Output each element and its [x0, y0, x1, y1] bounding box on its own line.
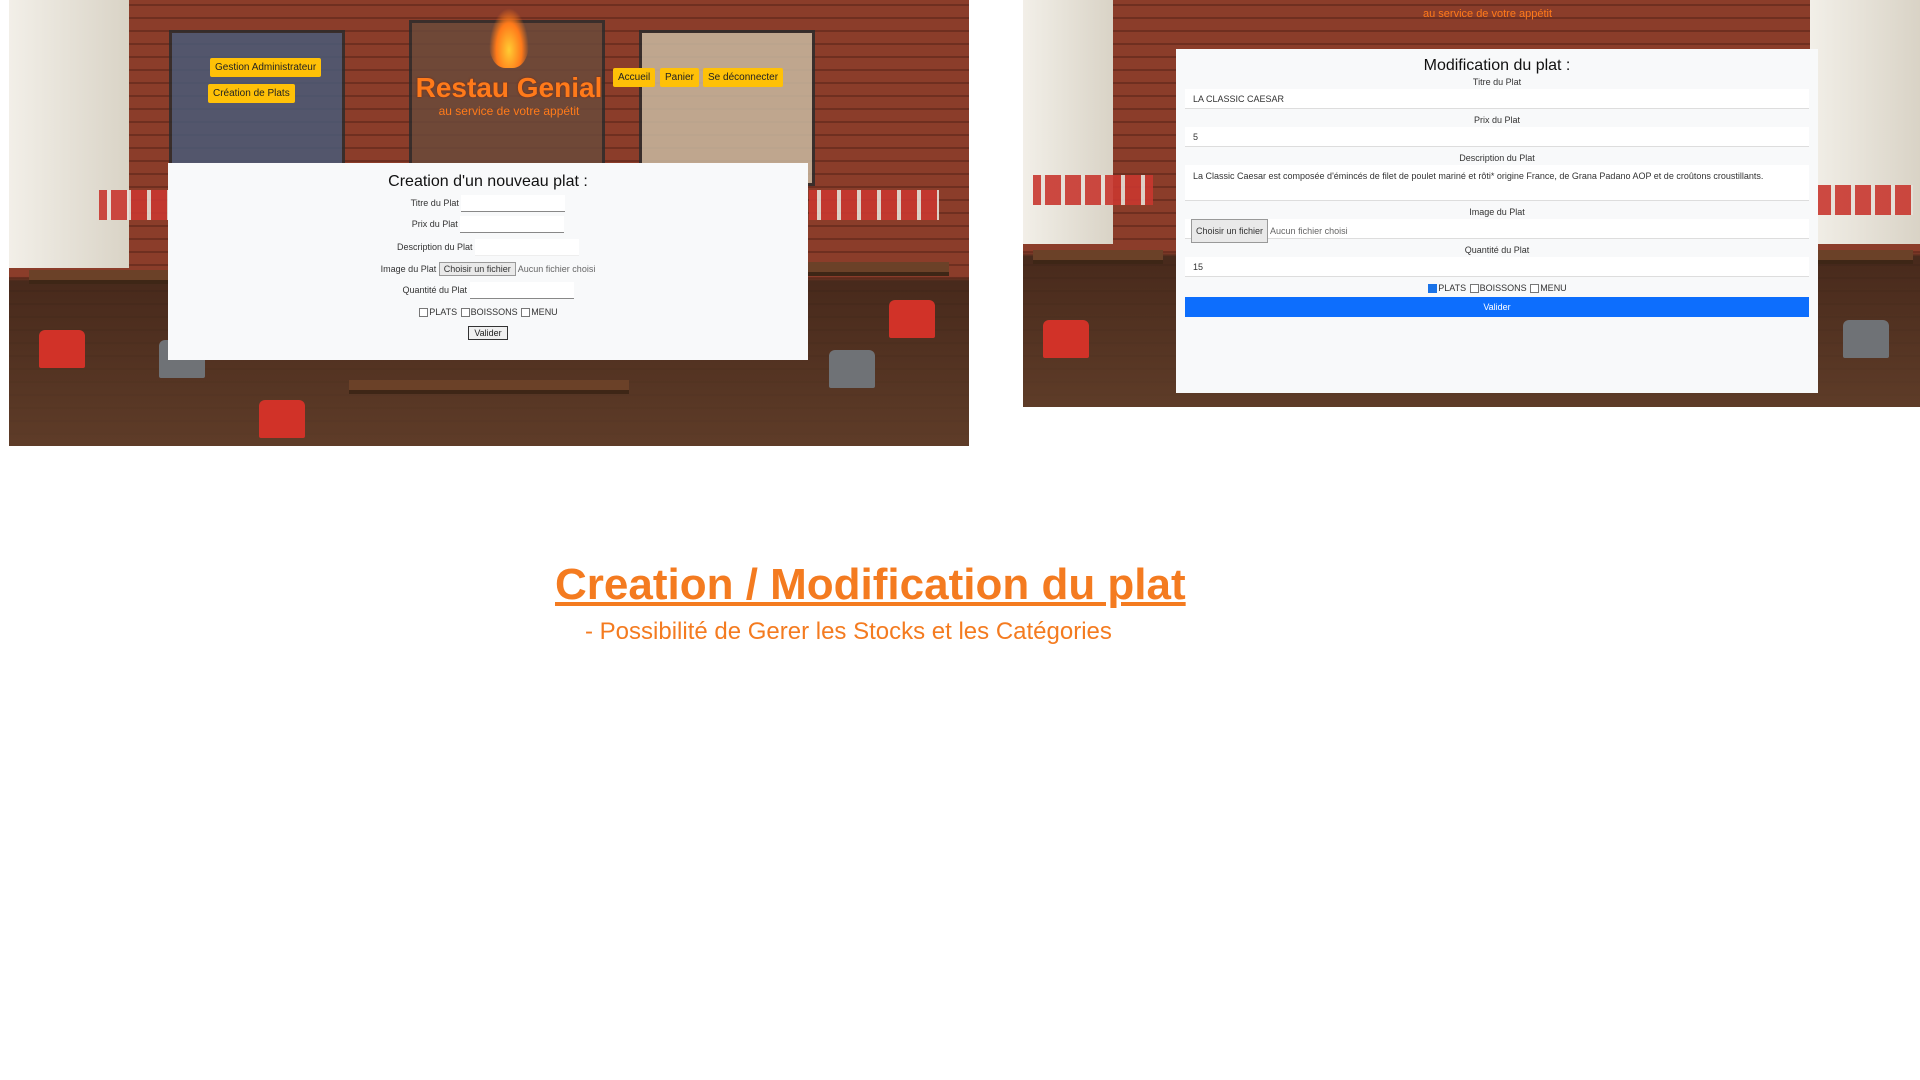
file-input[interactable]: Choisir un fichier Aucun fichier choisi — [1185, 219, 1809, 243]
caption-title: Creation / Modification du plat — [555, 560, 1186, 609]
category-menu-label: MENU — [1540, 283, 1567, 293]
title-input[interactable]: LA CLASSIC CAESAR — [1185, 89, 1809, 109]
nav-cart-button[interactable]: Panier — [660, 68, 699, 87]
window-left — [9, 0, 129, 268]
nav-logout-button[interactable]: Se déconnecter — [703, 68, 784, 87]
booth-seat — [809, 190, 939, 220]
creation-screenshot: Restau Genial au service de votre appéti… — [9, 0, 969, 446]
category-menu-checkbox[interactable] — [1530, 284, 1540, 294]
chair — [259, 400, 305, 438]
category-boissons-label: BOISSONS — [1479, 283, 1527, 293]
category-menu-label: MENU — [531, 307, 558, 317]
admin-management-button[interactable]: Gestion Administrateur — [210, 58, 322, 77]
modification-screenshot: au service de votre appétit Modification… — [1023, 0, 1920, 407]
booth-seat — [1033, 175, 1153, 205]
chair — [829, 350, 875, 388]
flame-icon — [489, 8, 529, 68]
description-input[interactable] — [475, 239, 580, 256]
table — [349, 380, 629, 394]
chair — [889, 300, 935, 338]
category-plats-checkbox[interactable] — [419, 308, 429, 318]
file-status: Aucun fichier choisi — [1270, 226, 1348, 236]
choose-file-button[interactable]: Choisir un fichier — [1191, 219, 1269, 243]
create-plates-button[interactable]: Création de Plats — [208, 84, 295, 103]
description-label: Description du Plat — [396, 242, 473, 252]
file-status: Aucun fichier choisi — [517, 264, 596, 274]
table — [789, 262, 949, 276]
brand-tagline: au service de votre appétit — [1423, 8, 1553, 20]
form-title: Creation d'un nouveau plat : — [388, 173, 588, 190]
quantity-label: Quantité du Plat — [1464, 245, 1530, 255]
category-boissons-checkbox[interactable] — [1469, 284, 1479, 294]
category-plats-label: PLATS — [429, 307, 458, 317]
booth-seat — [1803, 185, 1913, 215]
brand-tagline: au service de votre appétit — [438, 104, 580, 118]
price-label: Prix du Plat — [411, 219, 458, 229]
table — [29, 270, 169, 284]
chair — [1843, 320, 1889, 358]
description-textarea[interactable]: La Classic Caesar est composée d'émincés… — [1185, 165, 1809, 201]
modify-plate-form: Modification du plat : Titre du Plat LA … — [1176, 49, 1818, 393]
title-label: Titre du Plat — [1472, 77, 1522, 87]
caption-subtitle: - Possibilité de Gerer les Stocks et les… — [585, 618, 1112, 645]
quantity-input[interactable] — [469, 282, 574, 299]
price-label: Prix du Plat — [1473, 115, 1521, 125]
form-title: Modification du plat : — [1423, 57, 1571, 74]
brand-logo: Restau Genial au service de votre appéti… — [409, 8, 609, 118]
description-label: Description du Plat — [1459, 153, 1535, 163]
create-plate-form: Creation d'un nouveau plat : Titre du Pl… — [168, 163, 808, 360]
validate-button[interactable]: Valider — [1185, 297, 1809, 318]
image-label: Image du Plat — [380, 264, 437, 274]
category-menu-checkbox[interactable] — [521, 308, 531, 318]
quantity-input[interactable]: 15 — [1185, 257, 1809, 277]
window-left — [1023, 0, 1113, 245]
validate-button[interactable]: Valider — [468, 326, 508, 341]
table — [1813, 250, 1913, 264]
category-plats-label: PLATS — [1438, 283, 1467, 293]
table — [1033, 250, 1163, 264]
quantity-label: Quantité du Plat — [402, 285, 468, 295]
nav-home-button[interactable]: Accueil — [613, 68, 656, 87]
price-input[interactable]: 5 — [1185, 127, 1809, 147]
category-boissons-label: BOISSONS — [470, 307, 518, 317]
chair — [39, 330, 85, 368]
price-input[interactable] — [460, 216, 565, 233]
choose-file-button[interactable]: Choisir un fichier — [438, 262, 516, 276]
title-label: Titre du Plat — [410, 198, 459, 208]
category-plats-checkbox[interactable] — [1428, 284, 1438, 294]
chair — [1043, 320, 1089, 358]
category-boissons-checkbox[interactable] — [460, 308, 470, 318]
brand-name: Restau Genial — [415, 72, 603, 103]
image-label: Image du Plat — [1469, 207, 1525, 217]
title-input[interactable] — [461, 195, 566, 212]
